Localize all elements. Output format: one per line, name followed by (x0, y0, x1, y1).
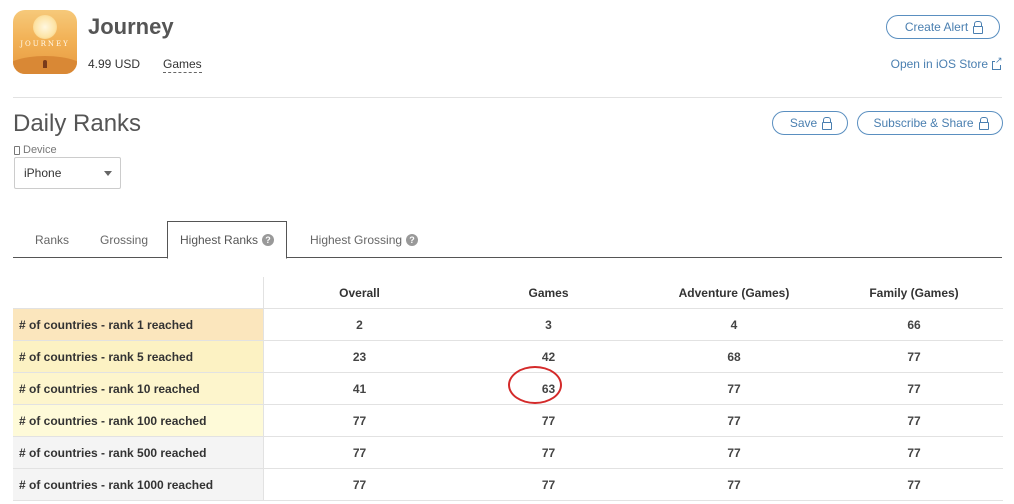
table-row: # of countries - rank 100 reached 77 77 77 7… (13, 405, 1003, 437)
table-cell: 77 (541, 445, 556, 460)
chevron-down-icon (104, 171, 112, 176)
table-cell: 77 (352, 413, 367, 428)
tab-label: Ranks (35, 232, 70, 247)
table-cell: 63 (541, 381, 556, 396)
lock-icon (822, 116, 833, 130)
table-cell: 66 (907, 317, 921, 332)
tab-highest-grossing[interactable]: Highest Grossing ? (298, 221, 430, 258)
app-title: Journey (88, 14, 174, 39)
subscribe-share-button[interactable]: Subscribe & Share (857, 111, 1003, 135)
row-label: # of countries - rank 100 reached (13, 405, 264, 436)
table-cell: 77 (907, 349, 921, 364)
table-cell: 3 (545, 317, 552, 332)
tab-label: Highest Grossing (310, 232, 403, 247)
table-row: # of countries - rank 10 reached 41 63 77 77 (13, 373, 1003, 405)
save-button[interactable]: Save (772, 111, 848, 135)
lock-icon (978, 116, 989, 130)
column-header-family: Family (Games) (869, 285, 959, 300)
rank-tabs: Ranks Grossing Highest Ranks ? Highest G… (13, 221, 1002, 259)
row-label: # of countries - rank 5 reached (13, 341, 264, 372)
help-icon[interactable]: ? (406, 233, 419, 246)
table-row: # of countries - rank 1 reached 2 3 4 66 (13, 309, 1003, 341)
table-cell: 77 (352, 445, 367, 460)
table-cell: 23 (352, 349, 367, 364)
lock-icon (973, 20, 984, 34)
row-label: # of countries - rank 10 reached (13, 373, 264, 404)
traveler-graphic (43, 60, 47, 68)
table-cell: 77 (727, 381, 741, 396)
table-cell: 77 (907, 477, 921, 492)
table-cell: 2 (356, 317, 363, 332)
table-cell: 77 (727, 477, 741, 492)
row-label: # of countries - rank 500 reached (13, 437, 264, 468)
subscribe-label: Subscribe & Share (873, 116, 974, 130)
table-row: # of countries - rank 500 reached 77 77 77 7… (13, 437, 1003, 469)
store-link-label: Open in iOS Store (890, 57, 988, 71)
row-label: # of countries - rank 1 reached (13, 309, 264, 340)
app-icon: JOURNEY (13, 10, 77, 74)
help-icon[interactable]: ? (262, 234, 275, 246)
external-link-icon (992, 55, 1003, 70)
table-cell: 77 (541, 477, 556, 492)
device-label-text: Device (23, 144, 57, 156)
device-select[interactable]: iPhone (14, 157, 121, 189)
table-cell: 42 (541, 349, 556, 364)
table-cell: 77 (541, 413, 556, 428)
table-cell: 68 (727, 349, 741, 364)
table-row: # of countries - rank 1000 reached 77 77 77… (13, 469, 1003, 501)
table-cell: 77 (907, 381, 921, 396)
tab-grossing[interactable]: Grossing (88, 221, 160, 258)
app-icon-wordmark: JOURNEY (20, 40, 70, 48)
create-alert-button[interactable]: Create Alert (886, 15, 1000, 39)
table-cell: 77 (907, 413, 921, 428)
page-title: Daily Ranks (13, 110, 142, 137)
column-header-games: Games (528, 285, 569, 300)
device-label: Device (14, 144, 57, 156)
tab-ranks[interactable]: Ranks (23, 221, 81, 258)
header-empty-cell (13, 277, 264, 308)
sun-graphic (33, 15, 57, 39)
open-in-ios-store-link[interactable]: Open in iOS Store (890, 55, 1003, 71)
save-label: Save (789, 116, 818, 130)
table-cell: 77 (727, 413, 741, 428)
table-cell: 77 (907, 445, 921, 460)
table-row: # of countries - rank 5 reached 23 42 68 77 (13, 341, 1003, 373)
create-alert-label: Create Alert (904, 20, 969, 34)
app-category-link[interactable]: Games (163, 57, 202, 73)
tab-label: Grossing (100, 232, 149, 247)
table-header-row: Overall Games Adventure (Games) Family (… (13, 277, 1003, 309)
app-price: 4.99 USD (88, 57, 141, 71)
header-divider (13, 97, 1002, 98)
table-cell: 4 (730, 317, 738, 332)
column-header-overall: Overall (339, 285, 380, 300)
tab-highest-ranks[interactable]: Highest Ranks ? (167, 221, 288, 259)
phone-icon (14, 145, 20, 155)
row-label: # of countries - rank 1000 reached (13, 469, 264, 500)
column-header-adventure: Adventure (Games) (678, 285, 790, 300)
table-cell: 77 (352, 477, 367, 492)
table-cell: 41 (352, 381, 367, 396)
tab-label: Highest Ranks (180, 233, 259, 247)
table-cell: 77 (727, 445, 741, 460)
device-select-value: iPhone (24, 166, 62, 180)
